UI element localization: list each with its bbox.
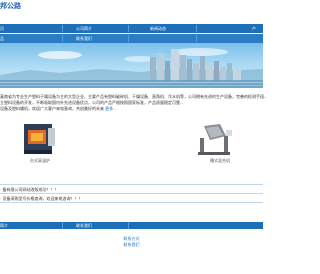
product-card[interactable]: 台式高温炉 — [20, 122, 80, 166]
footer-nav-about[interactable]: 简介 — [0, 223, 8, 229]
intro-line: 立塑料设备的开发，不断吸取国内外先进设备优点，公司的产品严格按照国家标准，产品质… — [0, 100, 184, 105]
hero-banner — [0, 43, 263, 88]
site-logo[interactable]: 邦公路 — [0, 1, 21, 11]
intro-line-text: 设备及塑料辅机，欢迎广大客户来电垂询，共创美好的未来 — [0, 106, 104, 111]
nav-divider — [196, 35, 197, 42]
section-divider — [0, 184, 263, 185]
intro-line: 设备及塑料辅机，欢迎广大客户来电垂询，共创美好的未来 更多... — [0, 106, 116, 111]
more-link[interactable]: 更多... — [105, 106, 116, 111]
nav-item-home[interactable]: 页 — [0, 26, 4, 32]
nav-item-products[interactable]: 产 — [252, 26, 256, 32]
nav-item-news[interactable]: 新闻动态 — [150, 26, 166, 32]
nav-divider — [128, 222, 129, 229]
section-divider — [0, 202, 263, 203]
secondary-nav: 品 联系我们 — [0, 34, 263, 43]
nav-item-about[interactable]: 公司简介 — [76, 26, 92, 32]
nav-divider — [196, 25, 197, 32]
footer-link[interactable]: 联系我们 — [0, 242, 263, 248]
nav-divider — [128, 35, 129, 42]
footer-nav: 简介 联系我们 — [0, 222, 263, 229]
main-nav: 页 公司简介 新闻动态 产 — [0, 24, 263, 33]
product-caption: 槽式混合机 — [210, 158, 230, 163]
city-skyline-illustration — [0, 48, 263, 88]
header: 邦公路 — [0, 0, 263, 24]
company-intro: 真南省为专业生产塑料干燥设备为主的大型企业，主要产品有塑料破碎机、干燥设备、直角… — [0, 92, 267, 112]
nav-divider — [62, 35, 63, 42]
nav-item-product[interactable]: 品 — [0, 36, 4, 42]
furnace-image — [24, 124, 55, 154]
mixer-image — [198, 124, 232, 155]
intro-line: 真南省为专业生产塑料干燥设备为主的大型企业，主要产品有塑料破碎机、干燥设备、直角… — [0, 94, 268, 99]
footer-nav-contact[interactable]: 联系我们 — [76, 223, 92, 229]
product-card[interactable]: 槽式混合机 — [196, 122, 256, 166]
nav-item-contact[interactable]: 联系我们 — [76, 36, 92, 42]
section-divider — [0, 193, 263, 194]
nav-divider — [128, 25, 129, 32]
nav-divider — [62, 222, 63, 229]
product-caption: 台式高温炉 — [30, 158, 50, 163]
nav-divider — [62, 25, 63, 32]
